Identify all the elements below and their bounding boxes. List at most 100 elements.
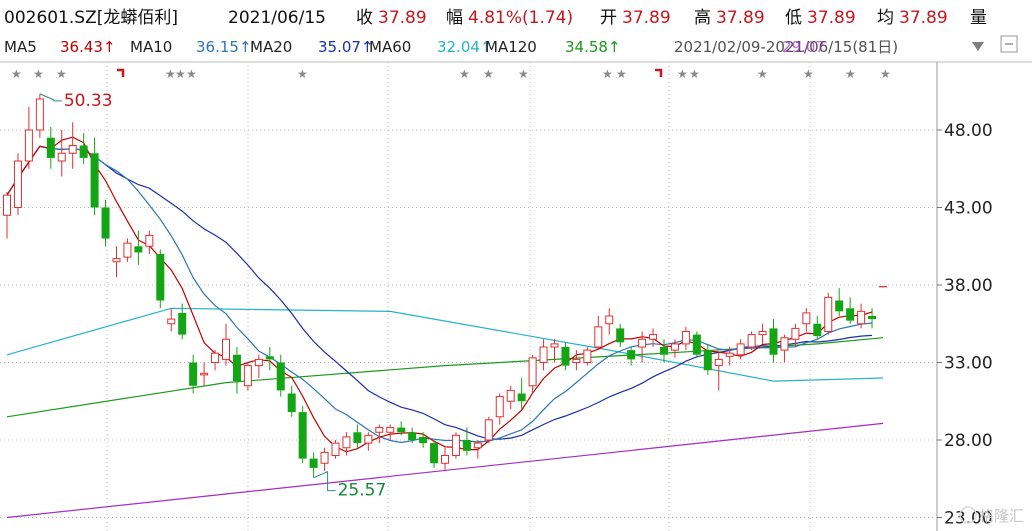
candle bbox=[868, 308, 877, 329]
candle-body bbox=[57, 152, 66, 162]
candle-body bbox=[353, 432, 362, 444]
candle bbox=[561, 342, 570, 371]
event-star-icon[interactable]: ★ bbox=[483, 67, 494, 81]
candle-body bbox=[320, 451, 329, 464]
candle bbox=[736, 339, 745, 360]
candle-body bbox=[386, 427, 395, 433]
candle bbox=[517, 378, 526, 409]
quote-value: 37.89 bbox=[807, 8, 856, 28]
event-star-icon[interactable]: ★ bbox=[880, 67, 891, 81]
candle-body bbox=[375, 427, 384, 433]
candle-body bbox=[46, 137, 55, 158]
candle-body bbox=[736, 343, 745, 356]
candle-body bbox=[13, 160, 22, 208]
event-star-icon[interactable]: ★ bbox=[33, 67, 44, 81]
y-tick-label: 38.00 bbox=[944, 276, 993, 296]
candle bbox=[802, 308, 811, 332]
candle-body bbox=[156, 254, 165, 301]
event-star-icon[interactable]: ★ bbox=[186, 67, 197, 81]
candle-body bbox=[868, 316, 877, 320]
candle-body bbox=[846, 308, 855, 321]
candle-body bbox=[68, 145, 77, 154]
candle bbox=[364, 432, 373, 451]
candle-body bbox=[681, 331, 690, 345]
candle-body bbox=[200, 372, 209, 376]
event-flag-icon[interactable] bbox=[117, 68, 125, 77]
event-star-icon[interactable]: ★ bbox=[175, 67, 186, 81]
event-star-icon[interactable]: ★ bbox=[845, 67, 856, 81]
candle-body bbox=[627, 350, 636, 360]
candle-body bbox=[857, 310, 866, 325]
candle-body bbox=[616, 328, 625, 343]
quote-label: 开 bbox=[600, 8, 617, 28]
event-star-icon[interactable]: ★ bbox=[459, 67, 470, 81]
candle-body bbox=[189, 362, 198, 386]
candle bbox=[681, 326, 690, 351]
low-price-label: 25.57 bbox=[338, 481, 387, 501]
event-star-icon[interactable]: ★ bbox=[11, 67, 22, 81]
candle bbox=[342, 432, 351, 456]
y-tick-label: 28.00 bbox=[944, 431, 993, 451]
quote-label: 量 bbox=[970, 8, 987, 28]
event-star-icon[interactable]: ★ bbox=[803, 67, 814, 81]
ma-value: 36.43↑ bbox=[60, 38, 116, 56]
event-star-icon[interactable]: ★ bbox=[689, 67, 700, 81]
candle-body bbox=[572, 358, 581, 363]
ma250-value: 29.07 bbox=[782, 38, 825, 56]
candle-body bbox=[791, 327, 800, 340]
candle-body bbox=[298, 412, 307, 459]
event-flag-icon[interactable] bbox=[655, 68, 663, 77]
candle bbox=[451, 432, 460, 459]
candle-body bbox=[692, 334, 701, 355]
candle-body bbox=[451, 434, 460, 457]
candle bbox=[112, 246, 121, 278]
candle-body bbox=[670, 343, 679, 351]
candle bbox=[605, 308, 614, 335]
quote-date: 2021/06/15 bbox=[228, 8, 326, 28]
candle bbox=[3, 192, 11, 239]
watermark-text: 格隆汇 bbox=[979, 507, 1024, 525]
candle-body bbox=[408, 432, 417, 440]
event-star-icon[interactable]: ★ bbox=[616, 67, 627, 81]
quote-value: 37.89 bbox=[716, 8, 765, 28]
candle bbox=[594, 316, 603, 351]
candle bbox=[68, 122, 77, 169]
candle bbox=[57, 130, 66, 177]
candle bbox=[243, 362, 252, 391]
event-star-icon[interactable]: ★ bbox=[518, 67, 529, 81]
candle-body bbox=[703, 350, 712, 371]
candlesticks bbox=[3, 93, 887, 478]
quote-label: 收 bbox=[356, 8, 373, 28]
y-tick-label: 48.00 bbox=[944, 121, 993, 141]
dropdown-arrow-icon[interactable] bbox=[972, 42, 984, 51]
quote-label: 均 bbox=[877, 8, 894, 28]
candle-body bbox=[649, 334, 658, 340]
quote-value: 4.81%(1.74) bbox=[468, 8, 573, 28]
event-star-icon[interactable]: ★ bbox=[757, 67, 768, 81]
annotation-leader bbox=[313, 470, 336, 492]
event-star-icon[interactable]: ★ bbox=[56, 67, 67, 81]
candle bbox=[583, 347, 592, 366]
candle-body bbox=[473, 442, 482, 449]
event-star-icon[interactable]: ★ bbox=[677, 67, 688, 81]
candle-body bbox=[495, 396, 504, 418]
price-axis: 48.0043.0038.0033.0028.0023.00 bbox=[937, 121, 993, 529]
stock-chart[interactable]: 002601.SZ[龙蟒佰利] 2021/06/15 收 37.89 幅 4.81%(… bbox=[0, 0, 1032, 531]
extreme-annotations: 50.33 25.57 bbox=[39, 91, 387, 501]
high-price-label: 50.33 bbox=[64, 91, 113, 111]
quote-label: 幅 bbox=[446, 8, 463, 28]
candle-body bbox=[342, 436, 351, 449]
quote-label: 低 bbox=[785, 8, 802, 28]
candle-body bbox=[287, 393, 296, 413]
candle-body bbox=[758, 331, 767, 336]
candle bbox=[222, 323, 230, 366]
candle-body bbox=[178, 312, 187, 335]
event-star-icon[interactable]: ★ bbox=[602, 67, 613, 81]
quote-value: 37.89 bbox=[622, 8, 671, 28]
candle bbox=[298, 405, 307, 464]
header-bar: 002601.SZ[龙蟒佰利] 2021/06/15 收 37.89 幅 4.81%(… bbox=[4, 8, 987, 28]
candle bbox=[232, 347, 241, 394]
event-star-icon[interactable]: ★ bbox=[297, 67, 308, 81]
candle-body bbox=[419, 436, 428, 444]
candle bbox=[484, 416, 493, 444]
